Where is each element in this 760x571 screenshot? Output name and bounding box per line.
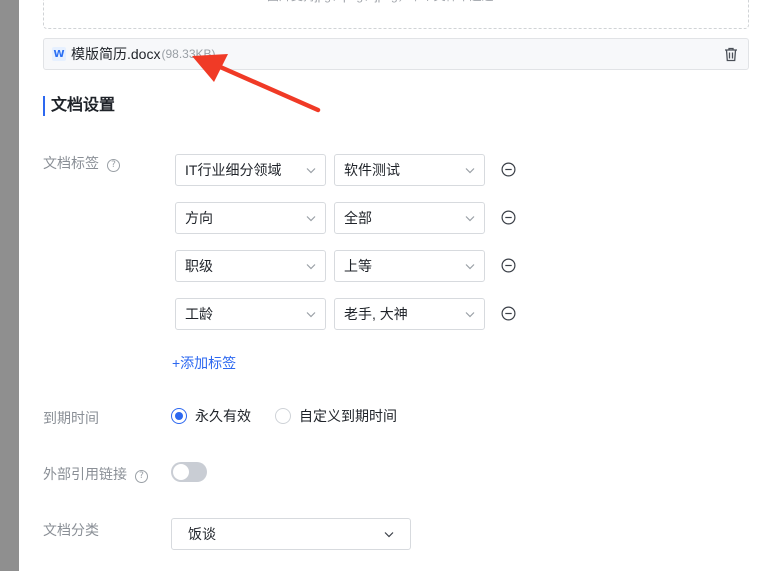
remove-circle-icon[interactable] [501,306,516,321]
select-value: 老手, 大神 [344,306,408,322]
help-icon[interactable]: ? [135,470,148,483]
upload-dropzone[interactable]: 图片支持jpg、png、jpeg，单个文件不超过50MB [43,0,749,29]
chevron-down-icon [465,168,475,174]
tag-value-select-1[interactable]: 软件测试 [334,154,485,186]
external-link-toggle[interactable] [171,462,207,482]
radio-checked-icon[interactable] [171,408,187,424]
overlay-shade [0,0,19,571]
remove-circle-icon[interactable] [501,258,516,273]
uploaded-file-item: W 模版简历.docx (98.33KB) [43,38,749,70]
tag-category-select-1[interactable]: IT行业细分领域 [175,154,326,186]
section-title: 文档设置 [43,96,115,116]
category-label: 文档分类 [43,522,99,538]
chevron-down-icon [306,312,316,318]
select-value: IT行业细分领域 [185,162,282,178]
select-value: 职级 [185,258,213,274]
add-tag-link[interactable]: +添加标签 [172,353,236,373]
tag-category-select-2[interactable]: 方向 [175,202,326,234]
radio-unchecked-icon[interactable] [275,408,291,424]
tags-label-text: 文档标签 [43,155,99,171]
select-value: 饭谈 [188,526,216,542]
remove-circle-icon[interactable] [501,162,516,177]
expiry-label: 到期时间 [43,410,99,426]
external-link-label-text: 外部引用链接 [43,466,127,482]
tags-label: 文档标签? [43,153,120,173]
chevron-down-icon [465,216,475,222]
chevron-down-icon [306,264,316,270]
annotation-arrow [192,54,321,113]
toggle-knob [173,464,189,480]
select-value: 工龄 [185,306,213,322]
tag-value-select-2[interactable]: 全部 [334,202,485,234]
radio-permanent[interactable]: 永久有效 [171,406,251,426]
tag-value-select-4[interactable]: 老手, 大神 [334,298,485,330]
external-link-label: 外部引用链接? [43,464,148,484]
radio-label: 永久有效 [195,408,251,424]
upload-hint: 图片支持jpg、png、jpeg，单个文件不超过50MB [44,0,748,10]
help-icon[interactable]: ? [107,159,120,172]
select-value: 全部 [344,210,372,226]
tag-category-select-3[interactable]: 职级 [175,250,326,282]
category-select[interactable]: 饭谈 [171,518,411,550]
select-value: 上等 [344,258,372,274]
select-value: 方向 [185,210,213,226]
radio-label: 自定义到期时间 [299,408,397,424]
select-value: 软件测试 [344,162,400,178]
remove-circle-icon[interactable] [501,210,516,225]
chevron-down-icon [306,168,316,174]
chevron-down-icon [306,216,316,222]
file-name: 模版简历.docx [71,46,161,62]
chevron-down-icon [465,264,475,270]
tag-value-select-3[interactable]: 上等 [334,250,485,282]
trash-icon[interactable] [724,47,738,62]
radio-custom-expiry[interactable]: 自定义到期时间 [275,406,397,426]
chevron-down-icon [465,312,475,318]
chevron-down-icon [384,532,394,538]
tag-category-select-4[interactable]: 工龄 [175,298,326,330]
word-file-icon: W [52,47,66,61]
